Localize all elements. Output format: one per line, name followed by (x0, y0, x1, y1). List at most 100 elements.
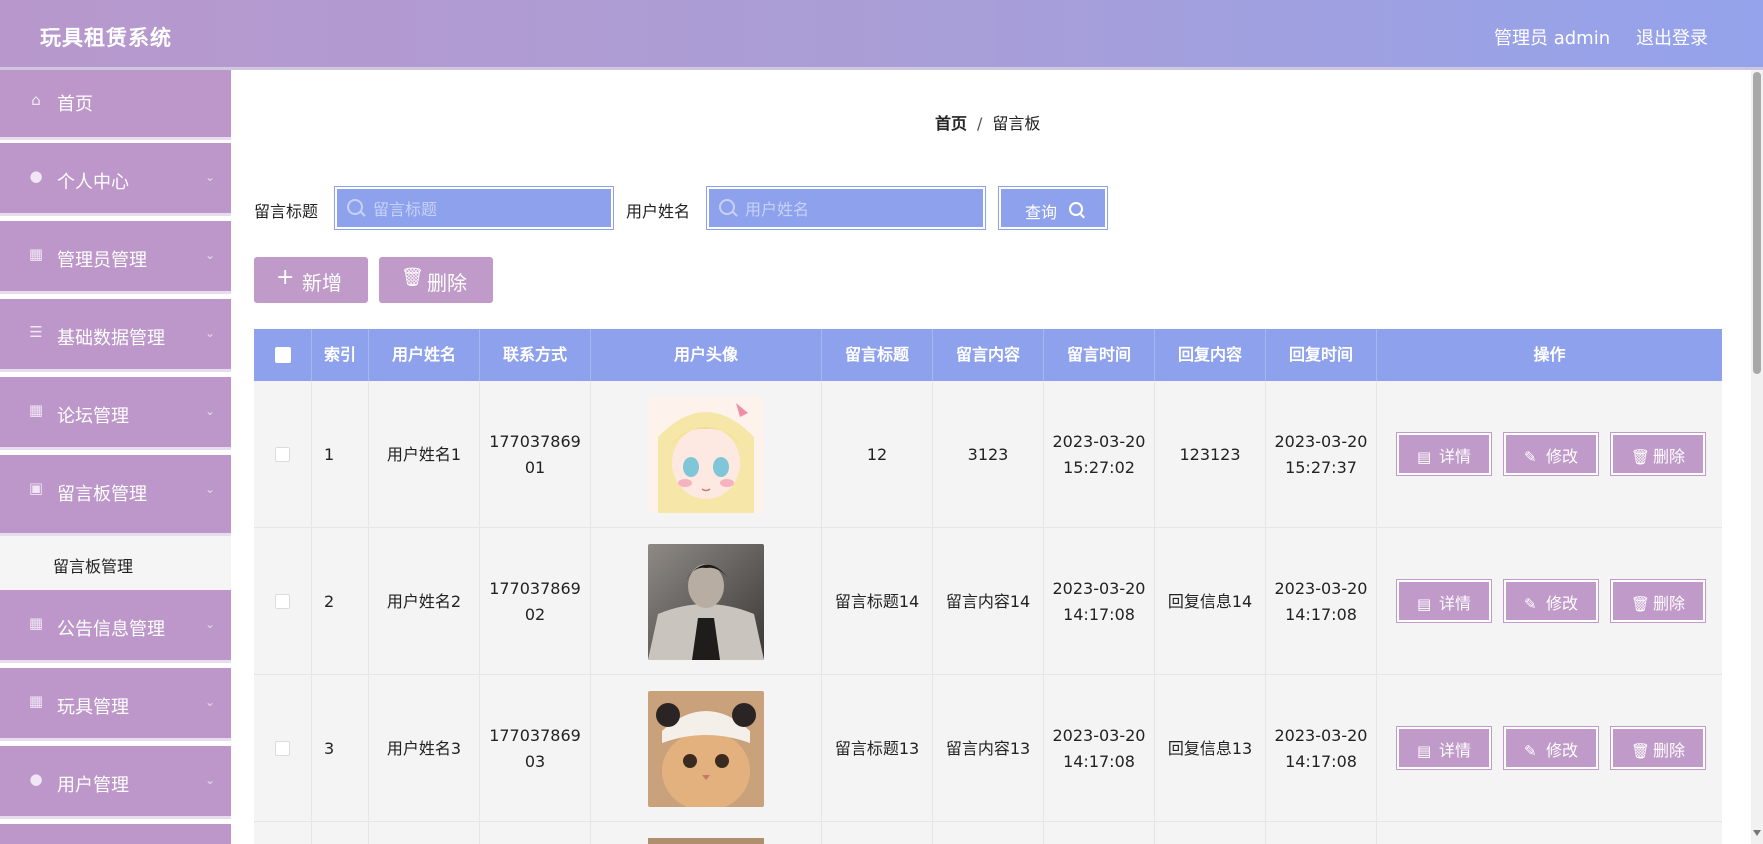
breadcrumb-current: 留言板 (992, 114, 1041, 133)
reply-clock: 15:27:37 (1285, 457, 1357, 477)
delete-button[interactable]: 🗑 删除 (1610, 432, 1706, 476)
sidebar-item-label: 个人中心 (57, 172, 129, 193)
column-header: 留言标题 (822, 329, 933, 381)
submenu-item-message-board[interactable]: 留言板管理 (0, 536, 231, 592)
phone-line-1: 177037869 (489, 431, 581, 451)
briefcase-icon: ▣ (28, 479, 44, 497)
reply-cell (1155, 822, 1266, 844)
detail-button[interactable]: ▤ 详情 (1396, 726, 1492, 770)
submenu-item-label: 留言板管理 (53, 557, 134, 576)
avatar-cell (591, 675, 822, 822)
sidebar: ⌂ 首页 ● 个人中心 ⌄ ▦ 管理员管理 ⌄ ☰ 基础数据管理 ⌄ ▦ 论坛管… (0, 70, 231, 844)
sidebar-item-announcement[interactable]: ▦ 公告信息管理 ⌄ (0, 590, 231, 663)
user-icon: ● (29, 167, 43, 185)
column-header: 回复时间 (1266, 329, 1377, 381)
name-cell (369, 822, 480, 844)
page-scrollbar[interactable] (1751, 70, 1763, 844)
sidebar-item-personal-center[interactable]: ● 个人中心 ⌄ (0, 143, 231, 216)
title-cell (822, 822, 933, 844)
logout-link[interactable]: 退出登录 (1636, 24, 1708, 50)
anime-girl-avatar (648, 396, 764, 513)
scrollbar-thumb[interactable] (1753, 72, 1761, 374)
phone-cell (480, 822, 591, 844)
name-cell: 用户姓名1 (369, 381, 480, 528)
title-cell: 12 (822, 381, 933, 528)
name-search-label: 用户姓名 (626, 202, 691, 221)
sidebar-item-user-management[interactable]: ● 用户管理 ⌄ (0, 746, 231, 819)
trash-icon: 🗑 (401, 267, 424, 288)
batch-delete-button[interactable]: 🗑 删除 (379, 257, 493, 303)
top-header: 玩具租赁系统 管理员 admin 退出登录 (0, 0, 1763, 70)
sidebar-item-message-board[interactable]: ▣ 留言板管理 ⌄ (0, 455, 231, 536)
time-date: 2023-03-20 (1052, 431, 1146, 451)
chevron-down-icon: ⌄ (205, 773, 216, 787)
sidebar-item-home[interactable]: ⌂ 首页 (0, 70, 231, 140)
avatar-cell (591, 528, 822, 675)
select-all-checkbox[interactable] (275, 347, 291, 363)
delete-label: 删除 (1653, 447, 1686, 466)
name-search-input[interactable] (745, 197, 975, 221)
title-search-input[interactable] (373, 197, 603, 221)
sidebar-item-more[interactable] (0, 824, 231, 844)
cat-hat-photo (648, 690, 764, 807)
sidebar-item-basic-data[interactable]: ☰ 基础数据管理 ⌄ (0, 299, 231, 372)
row-checkbox[interactable] (275, 594, 290, 609)
name-cell: 用户姓名3 (369, 675, 480, 822)
grid-icon: ▦ (28, 245, 44, 263)
reply-time-cell (1266, 822, 1377, 844)
operations-cell: ▤ 详情 ✎ 修改 🗑 删除 (1377, 675, 1722, 822)
index-cell: 2 (312, 528, 369, 675)
edit-label: 修改 (1546, 741, 1579, 760)
add-button[interactable]: + 新增 (254, 257, 368, 303)
table-row: 3 用户姓名3 177037869 03 留言标题13 留言内容13 2023-… (254, 675, 1722, 822)
sidebar-item-label: 论坛管理 (57, 406, 129, 427)
sidebar-item-label: 管理员管理 (57, 250, 147, 271)
chevron-down-icon: ⌄ (205, 248, 216, 262)
index-cell (312, 822, 369, 844)
grid-icon: ▦ (28, 401, 44, 419)
sidebar-item-toy-management[interactable]: ▦ 玩具管理 ⌄ (0, 668, 231, 741)
detail-button[interactable]: ▤ 详情 (1396, 579, 1492, 623)
reply-date: 2023-03-20 (1274, 431, 1368, 451)
grid-icon: ▦ (28, 692, 44, 710)
breadcrumb: 首页 / 留言板 (935, 110, 1040, 134)
breadcrumb-home[interactable]: 首页 (935, 114, 967, 133)
user-icon: ● (29, 770, 43, 788)
batch-delete-label: 删除 (427, 271, 467, 295)
content-cell: 留言内容14 (933, 528, 1044, 675)
query-button[interactable]: 查询 (998, 186, 1108, 230)
title-search-field[interactable] (334, 186, 614, 230)
name-search-field[interactable] (706, 186, 986, 230)
reply-date: 2023-03-20 (1274, 725, 1368, 745)
search-icon (719, 199, 735, 215)
sidebar-item-admin-management[interactable]: ▦ 管理员管理 ⌄ (0, 221, 231, 294)
sidebar-item-forum-management[interactable]: ▦ 论坛管理 ⌄ (0, 377, 231, 450)
index-cell: 1 (312, 381, 369, 528)
edit-button[interactable]: ✎ 修改 (1503, 579, 1599, 623)
phone-cell: 177037869 03 (480, 675, 591, 822)
chevron-down-icon: ⌄ (205, 617, 216, 631)
phone-line-2: 01 (524, 457, 546, 477)
row-checkbox[interactable] (275, 741, 290, 756)
detail-button[interactable]: ▤ 详情 (1396, 432, 1492, 476)
chevron-down-icon: ⌄ (205, 404, 216, 418)
delete-button[interactable]: 🗑 删除 (1610, 579, 1706, 623)
row-checkbox[interactable] (275, 447, 290, 462)
column-header: 联系方式 (480, 329, 591, 381)
delete-button[interactable]: 🗑 删除 (1610, 726, 1706, 770)
document-icon: ▤ (1417, 595, 1432, 613)
home-icon: ⌂ (31, 91, 41, 109)
phone-cell: 177037869 02 (480, 528, 591, 675)
row-select-cell (254, 822, 312, 844)
sidebar-item-label: 公告信息管理 (57, 619, 165, 640)
edit-button[interactable]: ✎ 修改 (1503, 432, 1599, 476)
phone-line-2: 03 (524, 751, 546, 771)
edit-button[interactable]: ✎ 修改 (1503, 726, 1599, 770)
scroll-down-arrow-icon[interactable] (1753, 830, 1761, 836)
title-cell: 留言标题13 (822, 675, 933, 822)
row-select-cell (254, 381, 312, 528)
avatar-cell (591, 822, 822, 844)
pencil-icon: ✎ (1524, 595, 1537, 613)
operations-cell: ▤ 详情 ✎ 修改 🗑 删除 (1377, 381, 1722, 528)
column-header: 留言内容 (933, 329, 1044, 381)
